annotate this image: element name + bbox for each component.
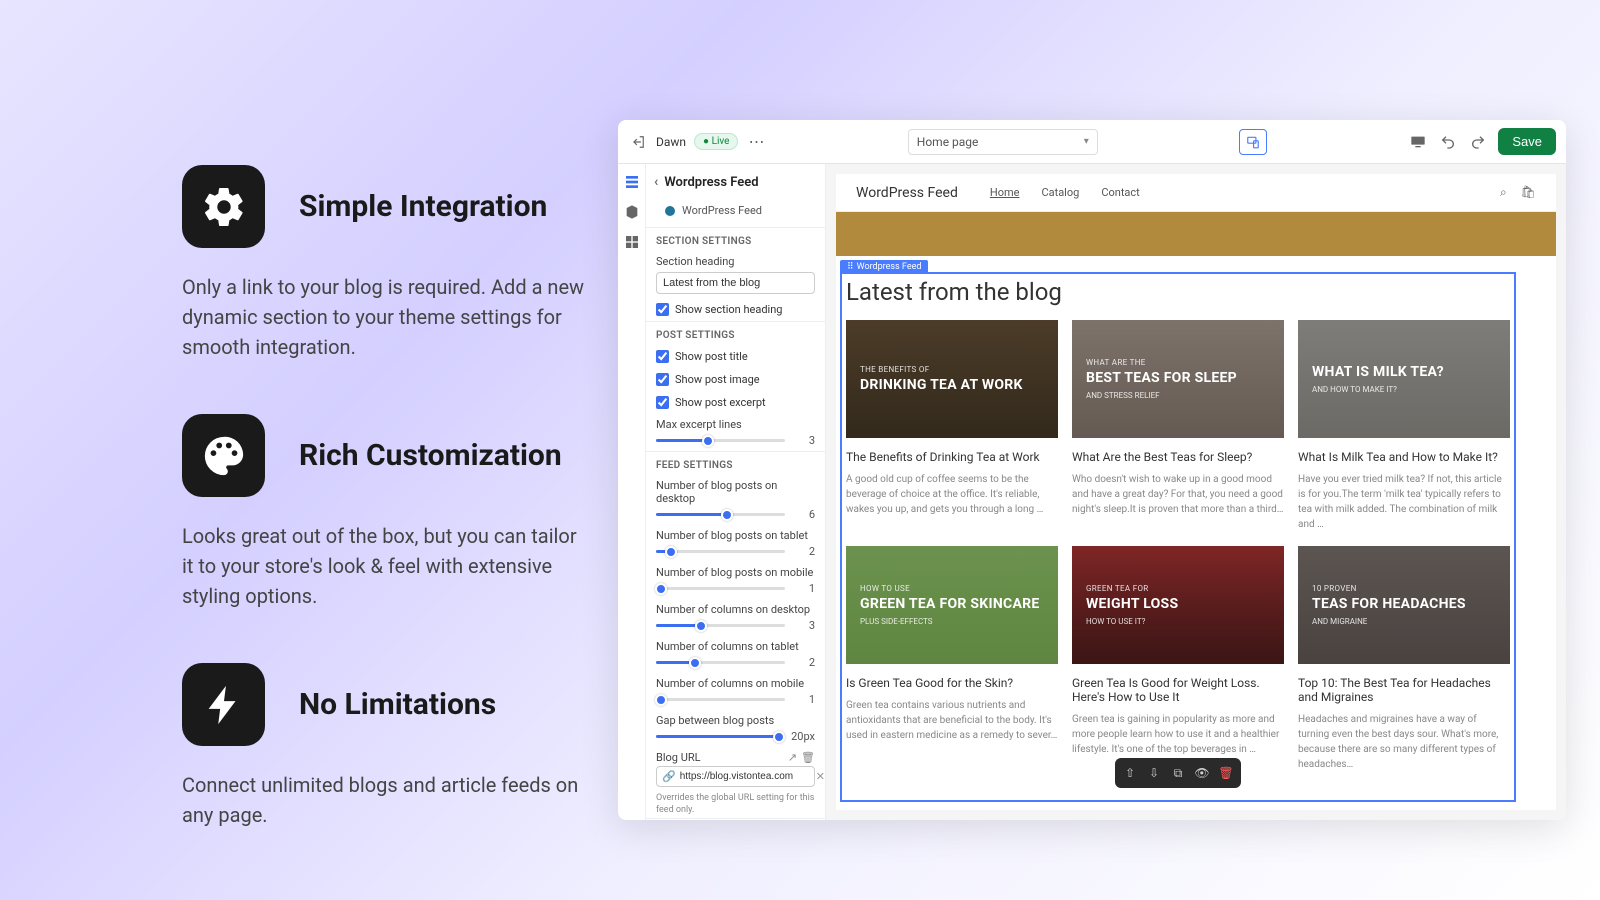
exit-icon[interactable] [628,132,648,152]
feature-title: No Limitations [299,688,496,721]
nav-contact[interactable]: Contact [1101,186,1139,199]
sections-icon[interactable] [624,174,640,190]
save-button[interactable]: Save [1498,128,1556,155]
blog-card[interactable]: WHAT IS MILK TEA?AND HOW TO MAKE IT?What… [1298,320,1510,532]
card-desc: Headaches and migraines have a way of tu… [1298,712,1510,772]
section-heading-input[interactable] [656,272,815,294]
card-title: The Benefits of Drinking Tea at Work [846,450,1058,464]
slider-3[interactable]: Number of blog posts on mobile1 [646,562,825,599]
blog-card[interactable]: HOW TO USEGREEN TEA FOR SKINCAREPLUS SID… [846,546,1058,772]
heading-label: Section heading [656,255,815,268]
feature-no-limitations: No Limitations Connect unlimited blogs a… [182,663,592,830]
post-settings-label: POST SETTINGS [646,322,825,345]
preview-frame: WordPress Feed Home Catalog Contact ⌕ 🛍 … [836,174,1556,810]
search-icon[interactable]: ⌕ [1500,185,1507,200]
gears-icon [182,165,265,248]
card-title: Top 10: The Best Tea for Headaches and M… [1298,676,1510,704]
hide-icon[interactable]: 👁 [1191,762,1213,784]
blog-url-helper: Overrides the global URL setting for thi… [646,791,825,818]
storefront-nav: WordPress Feed Home Catalog Contact ⌕ 🛍 [836,174,1556,212]
status-badge: ● Live [694,133,738,150]
section-toolbar: ⇧ ⇩ ⧉ 👁 🗑 [1115,758,1241,788]
nav-catalog[interactable]: Catalog [1041,186,1079,199]
blog-url-input[interactable]: 🔗 ✕ [656,766,815,787]
theme-editor-window: Dawn ● Live ⋯ Home page▾ Save [618,120,1566,820]
page-selector[interactable]: Home page▾ [908,129,1098,155]
link-icon: 🔗 [662,770,676,783]
delete-url-icon[interactable]: 🗑 [801,751,815,764]
more-icon[interactable]: ⋯ [746,132,766,152]
clear-icon[interactable]: ✕ [816,770,825,783]
sidebar-header: ‹ Wordpress Feed [646,164,825,200]
show-image-checkbox[interactable]: Show post image [646,368,825,391]
duplicate-icon[interactable]: ⧉ [1167,762,1189,784]
theme-settings-icon[interactable] [624,204,640,220]
storefront-brand: WordPress Feed [856,185,958,201]
slider-5[interactable]: Number of columns on tablet2 [646,636,825,673]
announcement-banner [836,212,1556,256]
slider-2[interactable]: Number of blog posts on tablet2 [646,525,825,562]
marketing-features: Simple Integration Only a link to your b… [182,165,592,882]
external-link-icon[interactable]: ↗ [788,751,797,764]
blog-card[interactable]: THE BENEFITS OFDRINKING TEA AT WORKThe B… [846,320,1058,532]
back-icon[interactable]: ‹ [654,174,658,190]
sidebar-title: Wordpress Feed [664,175,758,190]
wordpress-feed-section[interactable]: Latest from the blog THE BENEFITS OFDRIN… [840,272,1516,802]
cart-icon[interactable]: 🛍 [1521,185,1536,200]
blog-card[interactable]: WHAT ARE THEBEST TEAS FOR SLEEPAND STRES… [1072,320,1284,532]
slider-1[interactable]: Number of blog posts on desktop6 [646,475,825,525]
show-title-checkbox[interactable]: Show post title [646,345,825,368]
delete-icon[interactable]: 🗑 [1215,762,1237,784]
feature-rich-customization: Rich Customization Looks great out of th… [182,414,592,611]
feature-simple-integration: Simple Integration Only a link to your b… [182,165,592,362]
feature-title: Rich Customization [299,439,562,472]
card-desc: Who doesn't wish to wake up in a good mo… [1072,472,1284,517]
feature-desc: Connect unlimited blogs and article feed… [182,770,592,830]
card-desc: A good old cup of coffee seems to be the… [846,472,1058,517]
feed-settings-label: FEED SETTINGS [646,452,825,475]
max-excerpt-slider[interactable]: Max excerpt lines 3 [646,414,825,451]
card-title: What Are the Best Teas for Sleep? [1072,450,1284,464]
blog-url-label: Blog URL [656,751,784,764]
feature-title: Simple Integration [299,190,547,223]
palette-icon [182,414,265,497]
blog-card[interactable]: 10 PROVENTEAS FOR HEADACHESAND MIGRAINET… [1298,546,1510,772]
slider-4[interactable]: Number of columns on desktop3 [646,599,825,636]
remove-block-button[interactable]: 🗑 Remove block [646,818,825,820]
preview-pane: WordPress Feed Home Catalog Contact ⌕ 🛍 … [826,164,1566,820]
undo-icon[interactable] [1438,132,1458,152]
feature-desc: Looks great out of the box, but you can … [182,521,592,611]
card-desc: Green tea is gaining in popularity as mo… [1072,712,1284,757]
slider-7[interactable]: Gap between blog posts20px [646,710,825,747]
app-embeds-icon[interactable] [624,234,640,250]
card-title: What Is Milk Tea and How to Make It? [1298,450,1510,464]
responsive-toggle[interactable] [1239,129,1267,155]
settings-sidebar: ‹ Wordpress Feed WordPress Feed SECTION … [646,164,826,820]
editor-topbar: Dawn ● Live ⋯ Home page▾ Save [618,120,1566,164]
slider-6[interactable]: Number of columns on mobile1 [646,673,825,710]
chevron-down-icon: ▾ [1084,136,1089,147]
section-settings-label: SECTION SETTINGS [646,228,825,251]
bolt-icon [182,663,265,746]
show-heading-checkbox[interactable]: Show section heading [646,298,825,321]
move-up-icon[interactable]: ⇧ [1119,762,1141,784]
nav-home[interactable]: Home [990,186,1020,199]
move-down-icon[interactable]: ⇩ [1143,762,1165,784]
redo-icon[interactable] [1468,132,1488,152]
block-item[interactable]: WordPress Feed [646,200,825,227]
blog-card[interactable]: GREEN TEA FORWEIGHT LOSSHOW TO USE IT?Gr… [1072,546,1284,772]
feature-desc: Only a link to your blog is required. Ad… [182,272,592,362]
section-title: Latest from the blog [842,274,1514,320]
show-excerpt-checkbox[interactable]: Show post excerpt [646,391,825,414]
theme-name: Dawn [656,135,686,149]
card-title: Green Tea Is Good for Weight Loss. Here'… [1072,676,1284,704]
card-desc: Have you ever tried milk tea? If not, th… [1298,472,1510,532]
card-desc: Green tea contains various nutrients and… [846,698,1058,743]
device-desktop-icon[interactable] [1408,132,1428,152]
tool-rail [618,164,646,820]
card-title: Is Green Tea Good for the Skin? [846,676,1058,690]
